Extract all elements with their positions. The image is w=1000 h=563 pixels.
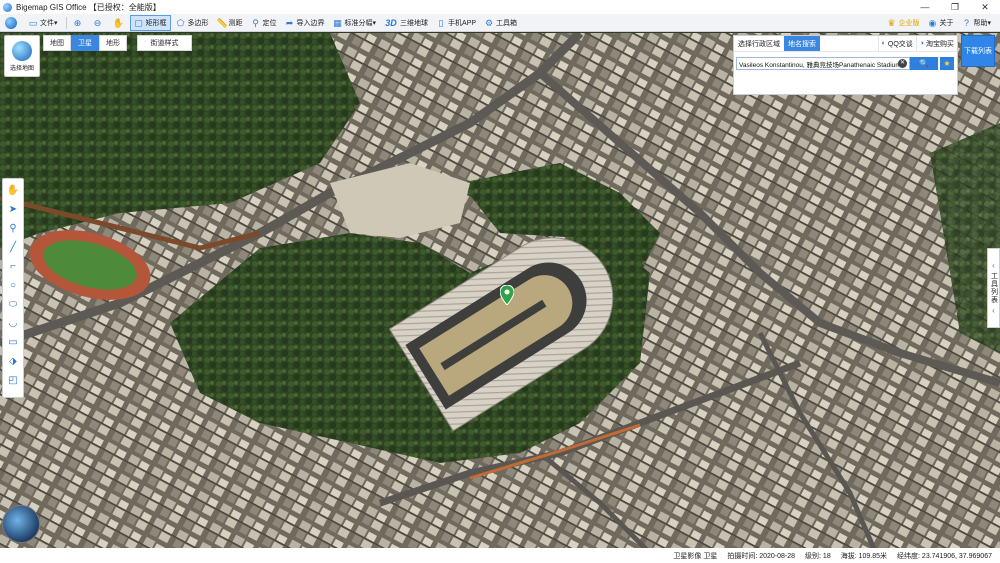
- help-button[interactable]: ? 帮助 ▾: [958, 15, 994, 31]
- globe-logo-icon[interactable]: [5, 16, 17, 29]
- line-icon[interactable]: ╱: [4, 238, 22, 256]
- pin-icon[interactable]: ⚲: [4, 219, 22, 237]
- zoom-level: 级别: 18: [805, 552, 831, 560]
- standard-grid-button[interactable]: ▦ 标准分幅 ▾: [330, 15, 380, 31]
- phone-icon: ▯: [438, 17, 444, 28]
- clear-icon[interactable]: ✕: [898, 59, 907, 68]
- zoom-in-button[interactable]: ⊕: [70, 15, 88, 31]
- main-toolbar: ▭ 文件 ▾ ⊕ ⊖ ✋ ▢ 矩形框 ⬠ 多边形 📏 测距 ⚲ 定位 ➦ 导入边…: [0, 14, 1000, 32]
- ruler-icon: 📏: [216, 17, 228, 28]
- imagery-source: 卫星影像 卫星: [673, 552, 718, 560]
- toolbar-right: ♛ 企业版 ◉ 关于 ? 帮助 ▾: [883, 15, 996, 31]
- hand-icon[interactable]: ✋: [4, 181, 22, 199]
- arrow-icon[interactable]: ➤: [4, 200, 22, 218]
- tag-icon[interactable]: ⬗: [4, 352, 22, 370]
- rect-icon[interactable]: ▭: [4, 333, 22, 351]
- about-button[interactable]: ◉ 关于: [924, 15, 956, 31]
- import-boundary-button[interactable]: ➦ 导入边界: [282, 15, 328, 31]
- altitude: 海拔: 109.85米: [840, 552, 888, 560]
- ellipse-icon[interactable]: ⬭: [4, 295, 22, 313]
- capture-time: 拍摄时间: 2020-08-28: [727, 552, 796, 560]
- window-controls: — ❐ ✕: [910, 0, 1000, 14]
- zoom-in-icon: ⊕: [73, 17, 82, 28]
- street-style-button[interactable]: 街道样式: [137, 35, 192, 51]
- locate-button[interactable]: ⚲ 定位: [248, 15, 280, 31]
- globe-icon: ◉: [928, 18, 937, 28]
- tab-terrain[interactable]: 地形: [99, 35, 127, 51]
- shape-icon[interactable]: ◰: [4, 371, 22, 389]
- import-icon: ➦: [285, 17, 294, 28]
- tool-list-label: 工具列表: [990, 272, 998, 304]
- download-list-button[interactable]: 下载列表: [961, 35, 995, 67]
- taobao-button[interactable]: ◑ 淘宝购买: [915, 36, 957, 51]
- status-bar: 卫星影像 卫星 拍摄时间: 2020-08-28 级别: 18 海拔: 109.…: [0, 548, 1000, 563]
- pan-button[interactable]: ✋: [110, 15, 128, 31]
- search-row: ✕ 🔍 ★: [736, 57, 955, 70]
- chevron-left-icon: ‹: [992, 261, 995, 270]
- help-icon: ?: [963, 18, 969, 28]
- drawing-toolbar: ✋ ➤ ⚲ ╱ ⌐ ○ ⬭ ◡ ▭ ⬗ ◰: [2, 178, 24, 398]
- zoom-out-button[interactable]: ⊖: [90, 15, 108, 31]
- map-type-switcher: 选择地图 地图 卫星 地形: [0, 33, 133, 79]
- cart-icon: ◑: [919, 40, 924, 47]
- location-marker-icon[interactable]: [500, 285, 514, 305]
- maximize-button[interactable]: ❐: [940, 0, 970, 14]
- tool-list-panel[interactable]: ‹ 工具列表 ‹: [987, 248, 1000, 328]
- app-logo-icon: [3, 2, 12, 12]
- search-button[interactable]: 🔍: [910, 57, 938, 70]
- rectangle-select-icon: ▢: [134, 17, 143, 28]
- grid-icon: ▦: [333, 17, 342, 28]
- rectangle-select-button[interactable]: ▢ 矩形框: [129, 14, 171, 31]
- tab-place-search[interactable]: 地名搜索: [784, 36, 820, 51]
- select-map-button[interactable]: 选择地图: [4, 35, 40, 77]
- folder-icon: ▭: [28, 17, 38, 28]
- coordinates: 经纬度: 23.741906, 37.969067: [897, 552, 992, 560]
- region-search-panel: 选择行政区域 地名搜索 ◐ QQ交谈 ◑ 淘宝购买 ✕ 🔍 ★: [733, 35, 958, 95]
- zoom-out-icon: ⊖: [93, 17, 102, 28]
- globe-icon: [12, 40, 32, 61]
- map-type-tabs: 地图 卫星 地形: [43, 35, 127, 51]
- favorite-button[interactable]: ★: [940, 57, 954, 70]
- title-bar: Bigemap GIS Office 【已授权：全能版】 — ❐ ✕: [0, 0, 1000, 14]
- toolbox-icon: ⚙: [485, 17, 494, 28]
- place-search-input[interactable]: [736, 57, 910, 70]
- polygon-icon: ⬠: [176, 17, 185, 28]
- file-menu[interactable]: ▭ 文件 ▾: [25, 15, 61, 31]
- location-pin-icon: ⚲: [252, 17, 259, 28]
- crown-icon: ♛: [887, 18, 896, 28]
- qq-chat-button[interactable]: ◐ QQ交谈: [877, 36, 916, 51]
- qq-icon: ◐: [881, 40, 886, 47]
- tab-map[interactable]: 地图: [43, 35, 71, 51]
- measure-button[interactable]: 📏 测距: [214, 15, 246, 31]
- circle-icon[interactable]: ○: [4, 276, 22, 294]
- star-icon: ★: [943, 59, 951, 68]
- enterprise-button[interactable]: ♛ 企业版: [883, 15, 922, 31]
- map-view[interactable]: 选择地图 地图 卫星 地形 街道样式 ✋ ➤ ⚲ ╱ ⌐ ○ ⬭ ◡ ▭ ⬗ ◰…: [0, 33, 1000, 563]
- toolbar-divider: [65, 16, 67, 29]
- polyline-icon[interactable]: ⌐: [4, 257, 22, 275]
- region-panel-header: 选择行政区域 地名搜索 ◐ QQ交谈 ◑ 淘宝购买: [734, 36, 957, 52]
- close-button[interactable]: ✕: [970, 0, 1000, 14]
- minimap-globe[interactable]: [2, 505, 40, 543]
- window-title: Bigemap GIS Office 【已授权：全能版】: [16, 2, 161, 12]
- minimize-button[interactable]: —: [910, 0, 940, 14]
- search-icon: 🔍: [919, 59, 929, 68]
- tab-satellite[interactable]: 卫星: [71, 35, 99, 51]
- tab-select-region[interactable]: 选择行政区域: [734, 36, 784, 51]
- chevron-left-icon: ‹: [992, 306, 995, 315]
- 3d-earth-button[interactable]: 3D 三维地球: [381, 15, 431, 31]
- mobile-app-button[interactable]: ▯ 手机APP: [433, 15, 479, 31]
- hand-icon: ✋: [112, 17, 124, 28]
- polygon-button[interactable]: ⬠ 多边形: [173, 15, 212, 31]
- 3d-icon: 3D: [385, 17, 397, 28]
- toolbox-button[interactable]: ⚙ 工具箱: [481, 15, 520, 31]
- curve-icon[interactable]: ◡: [4, 314, 22, 332]
